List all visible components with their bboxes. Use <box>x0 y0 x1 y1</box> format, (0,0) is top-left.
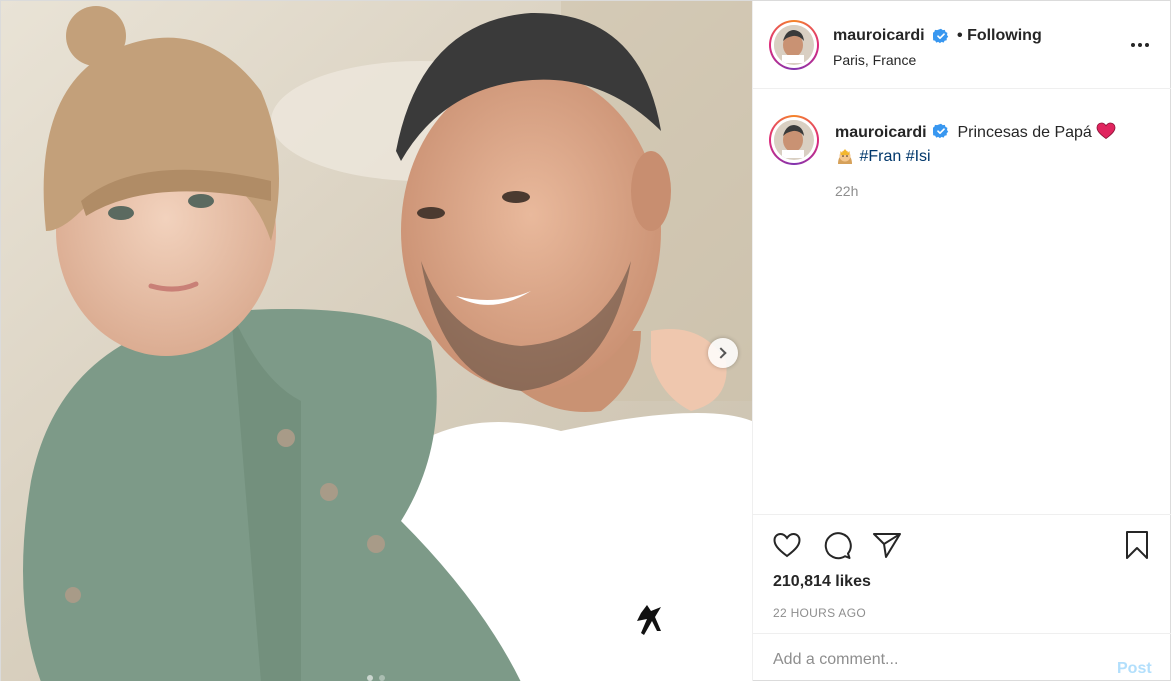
post-photo[interactable] <box>1 1 752 681</box>
post-timestamp[interactable]: 22 HOURS AGO <box>773 606 866 620</box>
avatar-image <box>774 25 814 65</box>
verified-badge-icon <box>933 123 949 139</box>
username-link[interactable]: mauroicardi <box>833 27 925 45</box>
verified-badge-icon <box>933 28 949 44</box>
comment-icon[interactable] <box>821 529 853 561</box>
separator-dot: • <box>957 27 963 44</box>
caption-text: mauroicardi Princesas de Papá #Fran #Isi <box>835 121 1155 169</box>
more-options-button[interactable] <box>1128 35 1152 55</box>
photo-illustration <box>1 1 752 681</box>
caption-username-link[interactable]: mauroicardi <box>835 124 927 141</box>
caption-body: Princesas de Papá <box>957 124 1092 141</box>
caption-section: mauroicardi Princesas de Papá #Fran #Isi… <box>753 89 1171 514</box>
avatar[interactable] <box>769 115 819 165</box>
likes-count[interactable]: 210,814 likes <box>773 573 871 591</box>
heart-icon[interactable] <box>771 529 803 561</box>
following-button[interactable]: Following <box>967 27 1042 44</box>
post-side-panel: mauroicardi • Following Paris, France ma <box>752 1 1171 681</box>
carousel-dot <box>367 675 373 681</box>
hashtag-link[interactable]: #Fran <box>859 148 901 165</box>
red-heart-emoji-icon <box>1096 122 1116 139</box>
more-horizontal-icon <box>1131 43 1135 47</box>
avatar[interactable] <box>769 20 819 70</box>
hashtag-link[interactable]: #Isi <box>906 148 931 165</box>
carousel-next-button[interactable] <box>708 338 738 368</box>
post-header: mauroicardi • Following Paris, France <box>753 1 1171 89</box>
avatar-image <box>774 120 814 160</box>
location-link[interactable]: Paris, France <box>833 52 916 68</box>
comment-input[interactable] <box>773 648 1093 672</box>
comment-composer: Post <box>753 633 1171 681</box>
follow-status[interactable]: • Following <box>957 27 1042 45</box>
bookmark-icon[interactable] <box>1121 529 1153 561</box>
princess-emoji-icon <box>838 149 852 164</box>
paper-plane-icon[interactable] <box>871 529 903 561</box>
chevron-right-icon <box>715 347 727 359</box>
instagram-post: mauroicardi • Following Paris, France ma <box>0 0 1171 681</box>
carousel-dot <box>379 675 385 681</box>
post-comment-button[interactable]: Post <box>1117 660 1152 678</box>
caption-timestamp[interactable]: 22h <box>835 183 858 199</box>
actions-section: 210,814 likes 22 HOURS AGO <box>753 514 1171 633</box>
